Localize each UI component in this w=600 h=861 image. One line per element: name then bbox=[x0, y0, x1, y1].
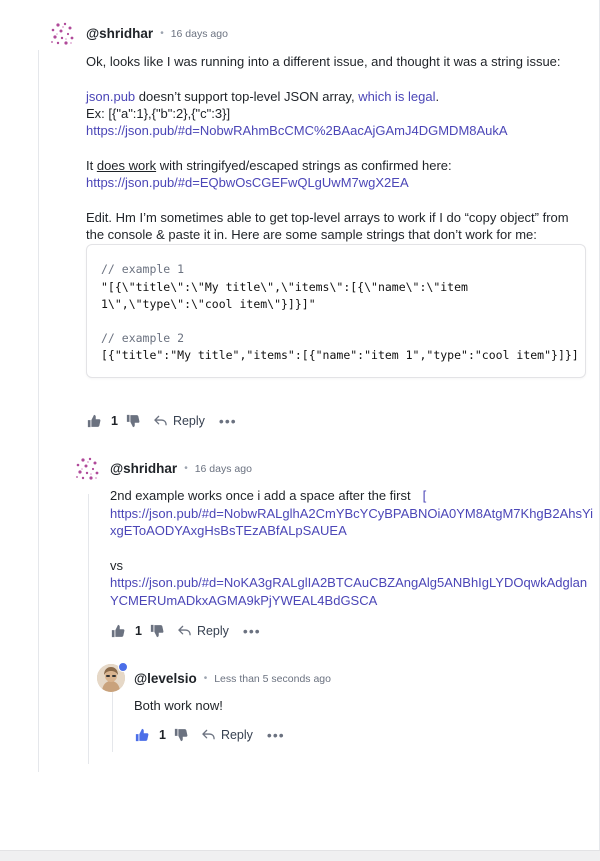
text-span: with stringifyed/escaped strings as conf… bbox=[156, 158, 452, 173]
comment-text: It does work with stringifyed/escaped st… bbox=[86, 157, 452, 175]
more-icon[interactable]: ••• bbox=[267, 728, 285, 742]
thread-elbow bbox=[62, 390, 74, 466]
code-comment: // example 1 bbox=[101, 262, 185, 276]
timestamp[interactable]: Less than 5 seconds ago bbox=[214, 673, 331, 685]
thumbs-down-icon[interactable] bbox=[174, 728, 188, 742]
comment-actions: 1 Reply ••• bbox=[111, 621, 261, 641]
text-span: doesn’t support top-level JSON array, bbox=[135, 89, 359, 104]
comment-actions: 1 Reply ••• bbox=[87, 411, 237, 431]
dots-avatar-icon[interactable] bbox=[74, 455, 102, 483]
reply-button[interactable]: Reply bbox=[202, 728, 253, 742]
more-icon[interactable]: ••• bbox=[219, 414, 237, 428]
thumbs-up-icon[interactable] bbox=[87, 414, 101, 428]
comment-text: vs bbox=[110, 558, 123, 573]
comment-header: @shridhar • 16 days ago bbox=[86, 26, 228, 41]
comment-thread: @shridhar • 16 days ago Ok, looks like I… bbox=[0, 0, 600, 850]
reply-button[interactable]: Reply bbox=[178, 624, 229, 638]
code-block[interactable]: // example 1 "[{\"title\":\"My title\",\… bbox=[86, 244, 586, 378]
comment-text: 2nd example works once i add a space aft… bbox=[110, 487, 426, 505]
code-line: 1\",\"type\":\"cool item\"}]}]" bbox=[101, 297, 316, 311]
user-handle[interactable]: @shridhar bbox=[86, 26, 153, 41]
comment-actions: 1 Reply ••• bbox=[135, 725, 285, 745]
reply-arrow-icon bbox=[178, 625, 191, 636]
timestamp[interactable]: 16 days ago bbox=[195, 463, 252, 475]
reply-label: Reply bbox=[172, 414, 205, 428]
reply-arrow-icon bbox=[154, 415, 167, 426]
url-link[interactable]: YCMERUmADkxAGMA9kPjYWEAL4BdGSCA bbox=[110, 592, 377, 610]
comment-text: Both work now! bbox=[134, 698, 223, 713]
page: @shridhar • 16 days ago Ok, looks like I… bbox=[0, 0, 600, 861]
user-handle[interactable]: @shridhar bbox=[110, 461, 177, 476]
url-link[interactable]: https://json.pub/#d=EQbwOsCGEFwQLgUwM7wg… bbox=[86, 174, 409, 192]
comment-header: @levelsio • Less than 5 seconds ago bbox=[134, 671, 331, 686]
like-count: 1 bbox=[111, 414, 118, 428]
thumbs-down-icon[interactable] bbox=[126, 414, 140, 428]
comment-text: Ok, looks like I was running into a diff… bbox=[86, 54, 561, 69]
code-comment: // example 2 bbox=[101, 331, 185, 345]
reply-label: Reply bbox=[220, 728, 253, 742]
dots-avatar-icon[interactable] bbox=[49, 20, 77, 48]
reply-button[interactable]: Reply bbox=[154, 414, 205, 428]
legal-link[interactable]: which is legal bbox=[358, 89, 435, 104]
thumbs-up-icon[interactable] bbox=[135, 728, 149, 742]
timestamp[interactable]: 16 days ago bbox=[171, 28, 228, 40]
thumbs-down-icon[interactable] bbox=[150, 624, 164, 638]
like-count: 1 bbox=[159, 728, 166, 742]
bottom-edge bbox=[0, 850, 600, 861]
verified-badge-icon bbox=[118, 662, 128, 672]
separator-dot: • bbox=[160, 28, 164, 39]
text-span: It bbox=[86, 158, 97, 173]
thread-line-outer bbox=[38, 50, 39, 772]
comment-text: the console & paste it in. Here are some… bbox=[86, 227, 537, 242]
user-handle[interactable]: @levelsio bbox=[134, 671, 197, 686]
like-count: 1 bbox=[135, 624, 142, 638]
url-link[interactable]: xgEToAODYAxgHsBsTEzABfALpSAUEA bbox=[110, 522, 347, 540]
code-line: "[{\"title\":\"My title\",\"items\":[{\"… bbox=[101, 280, 468, 294]
url-link[interactable]: https://json.pub/#d=NobwRALglhA2CmYBcYCy… bbox=[110, 505, 593, 523]
thread-line-inner bbox=[112, 692, 113, 752]
comment-text: Edit. Hm I’m sometimes able to get top-l… bbox=[86, 210, 569, 225]
bracket-text: [ bbox=[422, 488, 427, 503]
comment-header: @shridhar • 16 days ago bbox=[110, 461, 252, 476]
more-icon[interactable]: ••• bbox=[243, 624, 261, 638]
text-span: . bbox=[435, 89, 440, 104]
thumbs-up-icon[interactable] bbox=[111, 624, 125, 638]
comment-text: json.pub doesn’t support top-level JSON … bbox=[86, 88, 439, 106]
url-link[interactable]: https://json.pub/#d=NoKA3gRALglIA2BTCAuC… bbox=[110, 574, 587, 592]
comment-text: Ex: [{"a":1},{"b":2},{"c":3}] bbox=[86, 106, 231, 121]
url-link[interactable]: https://json.pub/#d=NobwRAhmBcCMC%2BAacA… bbox=[86, 122, 508, 140]
reply-arrow-icon bbox=[202, 729, 215, 740]
separator-dot: • bbox=[184, 463, 188, 474]
reply-label: Reply bbox=[196, 624, 229, 638]
text-span: 2nd example works once i add a space aft… bbox=[110, 488, 411, 503]
code-line: [{"title":"My title","items":[{"name":"i… bbox=[101, 348, 579, 362]
jsonpub-link[interactable]: json.pub bbox=[86, 89, 135, 104]
does-work-emphasis: does work bbox=[96, 158, 157, 173]
thread-line-mid bbox=[88, 494, 89, 764]
separator-dot: • bbox=[203, 673, 208, 684]
